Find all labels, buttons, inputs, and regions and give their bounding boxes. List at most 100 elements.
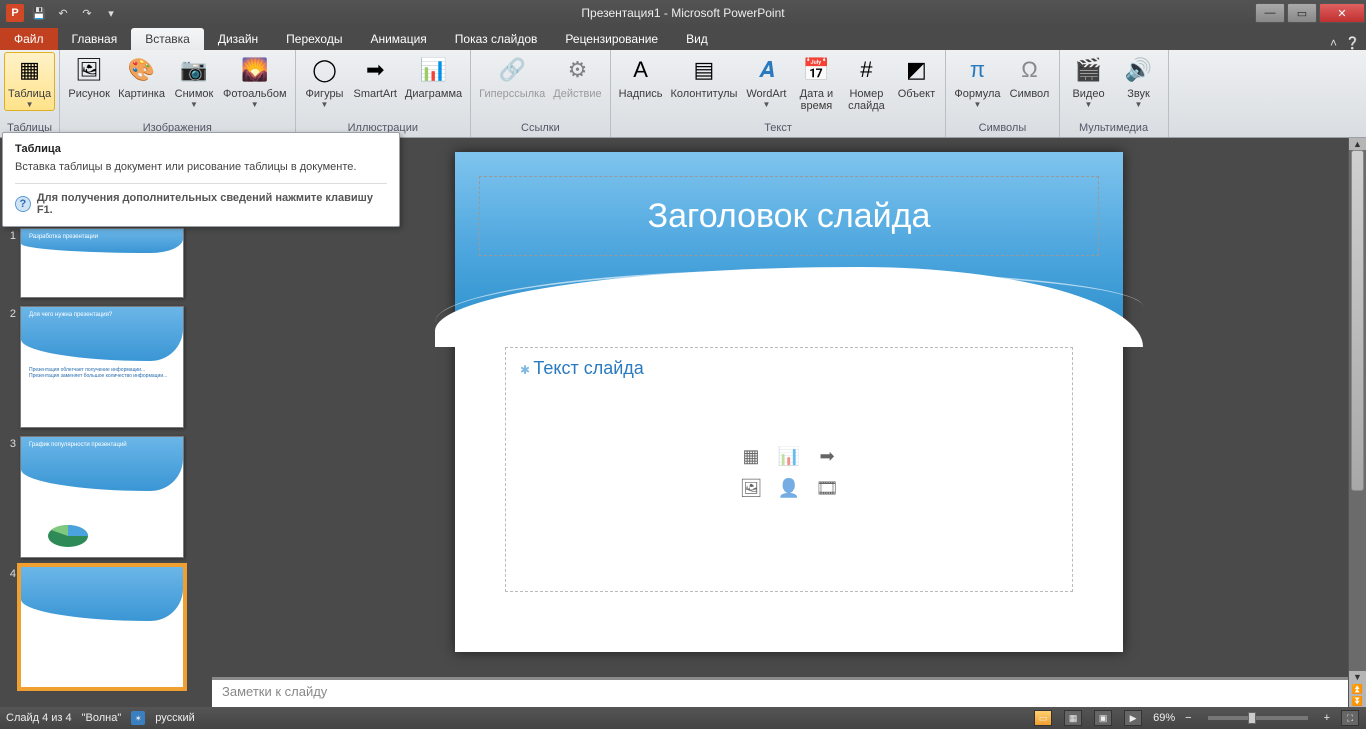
undo-icon[interactable]: ↶ [52,3,74,23]
tooltip-body: Вставка таблицы в документ или рисование… [15,161,387,173]
zoom-level[interactable]: 69% [1153,712,1175,724]
tooltip-table: Таблица Вставка таблицы в документ или р… [2,132,400,227]
ribbon-button-label: Рисунок [68,88,110,100]
content-placeholder[interactable]: Текст слайда ▦ 📊 ➡ 🖼 👤 🎞 [505,347,1073,592]
ribbon-group-title: Мультимедиа [1064,120,1164,137]
headerfooter-icon: ▤ [688,54,720,86]
ribbon-action-button[interactable]: ⚙Действие [549,52,605,102]
zoom-in-button[interactable]: + [1324,712,1330,724]
ribbon-screenshot-button[interactable]: 📷Снимок▼ [169,52,219,111]
ribbon-textbox-button[interactable]: AНадпись [615,52,667,102]
ribbon-photoalbum-button[interactable]: 🌄 Фотоальбом▼ [219,52,291,111]
insert-clipart-icon[interactable]: 👤 [773,475,805,501]
prev-slide-icon[interactable]: ⏫ [1349,683,1366,695]
close-button[interactable]: ✕ [1319,3,1365,23]
ribbon-button-label: Диаграмма [405,88,462,100]
tab-view[interactable]: Вид [672,28,722,50]
view-slideshow-button[interactable]: ▶ [1124,710,1142,726]
insert-media-icon[interactable]: 🎞 [811,475,843,501]
ribbon-group: ◯Фигуры▼➡SmartArt📊ДиаграммаИллюстрации [296,50,472,137]
qat-dropdown-icon[interactable]: ▾ [100,3,122,23]
ribbon-button-label: Символ [1010,88,1050,100]
help-icon[interactable]: ❔ [1345,36,1360,50]
zoom-slider[interactable] [1208,716,1308,720]
next-slide-icon[interactable]: ⏬ [1349,695,1366,707]
notes-placeholder: Заметки к слайду [222,684,327,699]
ribbon-slidenum-button[interactable]: #Номер слайда [841,52,891,114]
ribbon-wordart-button[interactable]: 𝑨WordArt▼ [741,52,791,111]
thumbnail-number: 3 [2,436,20,450]
tab-insert[interactable]: Вставка [131,28,204,50]
insert-smartart-icon[interactable]: ➡ [811,443,843,469]
ribbon-clipart-button[interactable]: 🎨Картинка [114,52,169,102]
insert-table-icon[interactable]: ▦ [735,443,767,469]
insert-picture-icon[interactable]: 🖼 [735,475,767,501]
zoom-out-button[interactable]: − [1185,712,1191,724]
ribbon-button-label: Колонтитулы [670,88,737,100]
maximize-button[interactable]: ▭ [1287,3,1317,23]
zoom-handle[interactable] [1248,712,1256,724]
status-language[interactable]: русский [155,712,194,724]
tab-animation[interactable]: Анимация [356,28,440,50]
view-normal-button[interactable]: ▭ [1034,710,1052,726]
ribbon-button-label: Надпись [619,88,663,100]
fit-to-window-button[interactable]: ⛶ [1341,710,1359,726]
ribbon-symbol-button[interactable]: Ω Символ [1005,52,1055,102]
status-bar: Слайд 4 из 4 "Волна" ✶ русский ▭ ▦ ▣ ▶ 6… [0,707,1366,729]
photoalbum-icon: 🌄 [239,54,271,86]
ribbon-headerfooter-button[interactable]: ▤ Колонтитулы [666,52,741,102]
ribbon-smartart-button[interactable]: ➡SmartArt [350,52,401,102]
minimize-button[interactable]: — [1255,3,1285,23]
ribbon-chart-button[interactable]: 📊Диаграмма [401,52,466,102]
language-icon[interactable]: ✶ [131,711,145,725]
ribbon-minimize-icon[interactable]: ˄ [1330,36,1337,50]
tab-home[interactable]: Главная [58,28,132,50]
ribbon-shapes-button[interactable]: ◯Фигуры▼ [300,52,350,111]
dropdown-icon: ▼ [251,100,259,109]
ribbon-button-label: Фотоальбом [223,88,287,100]
ribbon-audio-button[interactable]: 🔊Звук▼ [1114,52,1164,111]
notes-pane[interactable]: Заметки к слайду [212,677,1348,707]
tab-slideshow[interactable]: Показ слайдов [441,28,552,50]
ribbon-video-button[interactable]: 🎬Видео▼ [1064,52,1114,111]
slide-thumbnail[interactable] [20,566,184,688]
slide[interactable]: Заголовок слайда Текст слайда ▦ 📊 ➡ 🖼 👤 … [455,152,1123,652]
vertical-scrollbar[interactable]: ▲ ▼ ⏫ ⏬ [1348,138,1366,707]
app-icon[interactable]: P [4,3,26,23]
insert-chart-icon[interactable]: 📊 [773,443,805,469]
save-icon[interactable]: 💾 [28,3,50,23]
view-sorter-button[interactable]: ▦ [1064,710,1082,726]
scrollbar-thumb[interactable] [1351,150,1364,491]
scroll-down-icon[interactable]: ▼ [1349,671,1366,683]
tab-review[interactable]: Рецензирование [551,28,672,50]
view-reading-button[interactable]: ▣ [1094,710,1112,726]
ribbon: ▦Таблица▼Таблицы🖼Рисунок🎨Картинка📷Снимок… [0,50,1366,138]
slide-thumbnail[interactable]: Для чего нужна презентация?Презентация о… [20,306,184,428]
ribbon-object-button[interactable]: ◩Объект [891,52,941,102]
title-placeholder[interactable]: Заголовок слайда [479,176,1099,256]
equation-icon: π [961,54,993,86]
tooltip-help: Для получения дополнительных сведений на… [37,192,387,216]
smartart-icon: ➡ [359,54,391,86]
symbol-icon: Ω [1014,54,1046,86]
redo-icon[interactable]: ↷ [76,3,98,23]
ribbon-equation-button[interactable]: πФормула▼ [950,52,1004,111]
tab-transitions[interactable]: Переходы [272,28,356,50]
tab-file[interactable]: Файл [0,28,58,50]
ribbon-button-label: Номер слайда [848,88,885,112]
ribbon-button-label: Звук [1127,88,1150,100]
audio-icon: 🔊 [1123,54,1155,86]
dropdown-icon: ▼ [190,100,198,109]
scroll-up-icon[interactable]: ▲ [1349,138,1366,150]
tab-design[interactable]: Дизайн [204,28,272,50]
ribbon-button-label: Видео [1072,88,1104,100]
ribbon-table-button[interactable]: ▦Таблица▼ [4,52,55,111]
slide-thumbnail[interactable]: Разработка презентации [20,228,184,298]
thumbnail-row: 1Разработка презентации [2,228,202,298]
shapes-icon: ◯ [309,54,341,86]
datetime-icon: 📅 [800,54,832,86]
ribbon-hyperlink-button[interactable]: 🔗Гиперссылка [475,52,549,102]
ribbon-datetime-button[interactable]: 📅Дата и время [791,52,841,114]
ribbon-picture-button[interactable]: 🖼Рисунок [64,52,114,102]
slide-thumbnail[interactable]: График популярности презентаций [20,436,184,558]
